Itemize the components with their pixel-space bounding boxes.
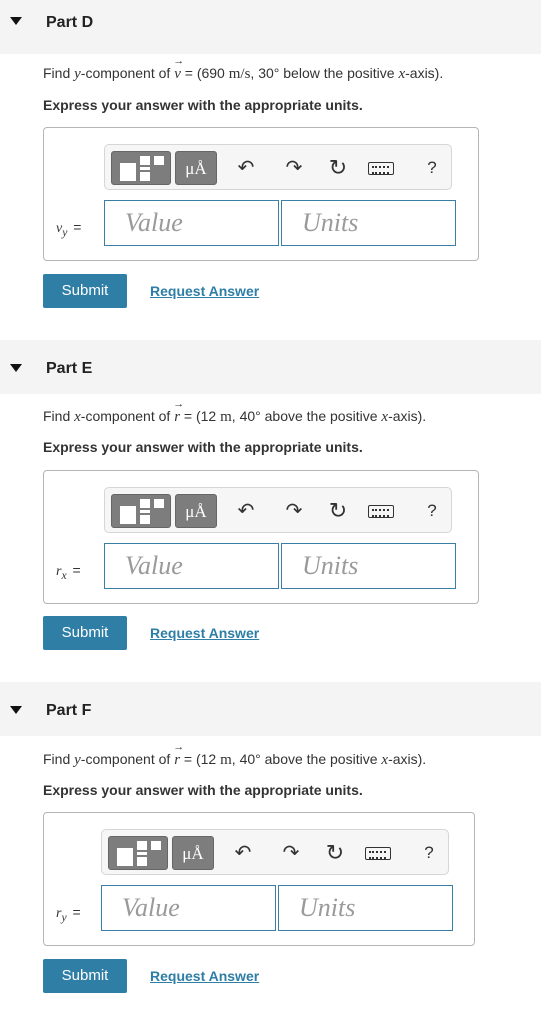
- part-title: Part F: [46, 702, 92, 719]
- variable-label: vy =: [56, 219, 82, 239]
- request-answer-link[interactable]: Request Answer: [150, 968, 259, 984]
- request-answer-link[interactable]: Request Answer: [150, 283, 259, 299]
- units-symbol-button[interactable]: μÅ: [172, 836, 214, 870]
- units-symbol-button[interactable]: μÅ: [175, 151, 217, 185]
- instruction-text: Express your answer with the appropriate…: [43, 97, 363, 113]
- collapse-caret-icon[interactable]: [10, 364, 22, 372]
- part-title: Part E: [46, 360, 93, 377]
- part-header[interactable]: Part D: [0, 0, 541, 54]
- variable-label: ry =: [56, 904, 81, 924]
- templates-button[interactable]: [108, 836, 168, 870]
- part-header[interactable]: Part F: [0, 682, 541, 736]
- submit-button[interactable]: Submit: [43, 274, 127, 308]
- answer-box: μÅ ↶ ↷ ↻ ? ry = Value Units: [43, 812, 475, 946]
- keyboard-icon[interactable]: [367, 494, 395, 528]
- submit-button[interactable]: Submit: [43, 959, 127, 993]
- redo-icon[interactable]: ↷: [281, 151, 307, 185]
- part-title: Part D: [46, 14, 94, 31]
- help-icon[interactable]: ?: [419, 151, 445, 185]
- redo-icon[interactable]: ↷: [278, 836, 304, 870]
- math-toolbar: μÅ ↶ ↷ ↻ ?: [104, 487, 452, 533]
- templates-button[interactable]: [111, 151, 171, 185]
- instruction-text: Express your answer with the appropriate…: [43, 782, 363, 798]
- units-input[interactable]: Units: [278, 885, 453, 931]
- collapse-caret-icon[interactable]: [10, 706, 22, 714]
- units-input[interactable]: Units: [281, 543, 456, 589]
- instruction-text: Express your answer with the appropriate…: [43, 439, 363, 455]
- undo-icon[interactable]: ↶: [233, 494, 259, 528]
- undo-icon[interactable]: ↶: [233, 151, 259, 185]
- keyboard-icon[interactable]: [364, 836, 392, 870]
- reset-icon[interactable]: ↻: [325, 494, 351, 528]
- units-input[interactable]: Units: [281, 200, 456, 246]
- reset-icon[interactable]: ↻: [325, 151, 351, 185]
- part-f-section: Part F Find y-component of r = (12 m, 40…: [0, 682, 541, 1024]
- question-prompt: Find y-component of r = (12 m, 40° above…: [43, 741, 426, 769]
- submit-button[interactable]: Submit: [43, 616, 127, 650]
- variable-label: rx =: [56, 562, 81, 582]
- math-toolbar: μÅ ↶ ↷ ↻ ?: [104, 144, 452, 190]
- help-icon[interactable]: ?: [416, 836, 442, 870]
- templates-button[interactable]: [111, 494, 171, 528]
- question-prompt: Find x-component of r = (12 m, 40° above…: [43, 398, 426, 426]
- reset-icon[interactable]: ↻: [322, 836, 348, 870]
- answer-box: μÅ ↶ ↷ ↻ ? vy = Value Units: [43, 127, 479, 261]
- math-toolbar: μÅ ↶ ↷ ↻ ?: [101, 829, 449, 875]
- part-header[interactable]: Part E: [0, 340, 541, 394]
- keyboard-icon[interactable]: [367, 151, 395, 185]
- help-icon[interactable]: ?: [419, 494, 445, 528]
- answer-box: μÅ ↶ ↷ ↻ ? rx = Value Units: [43, 470, 479, 604]
- units-symbol-button[interactable]: μÅ: [175, 494, 217, 528]
- value-input[interactable]: Value: [101, 885, 276, 931]
- collapse-caret-icon[interactable]: [10, 17, 22, 25]
- part-d-section: Part D Find y-component of v = (690 m/s,…: [0, 0, 541, 340]
- value-input[interactable]: Value: [104, 200, 279, 246]
- part-e-section: Part E Find x-component of r = (12 m, 40…: [0, 340, 541, 682]
- value-input[interactable]: Value: [104, 543, 279, 589]
- redo-icon[interactable]: ↷: [281, 494, 307, 528]
- request-answer-link[interactable]: Request Answer: [150, 625, 259, 641]
- undo-icon[interactable]: ↶: [230, 836, 256, 870]
- question-prompt: Find y-component of v = (690 m/s, 30° be…: [43, 55, 443, 83]
